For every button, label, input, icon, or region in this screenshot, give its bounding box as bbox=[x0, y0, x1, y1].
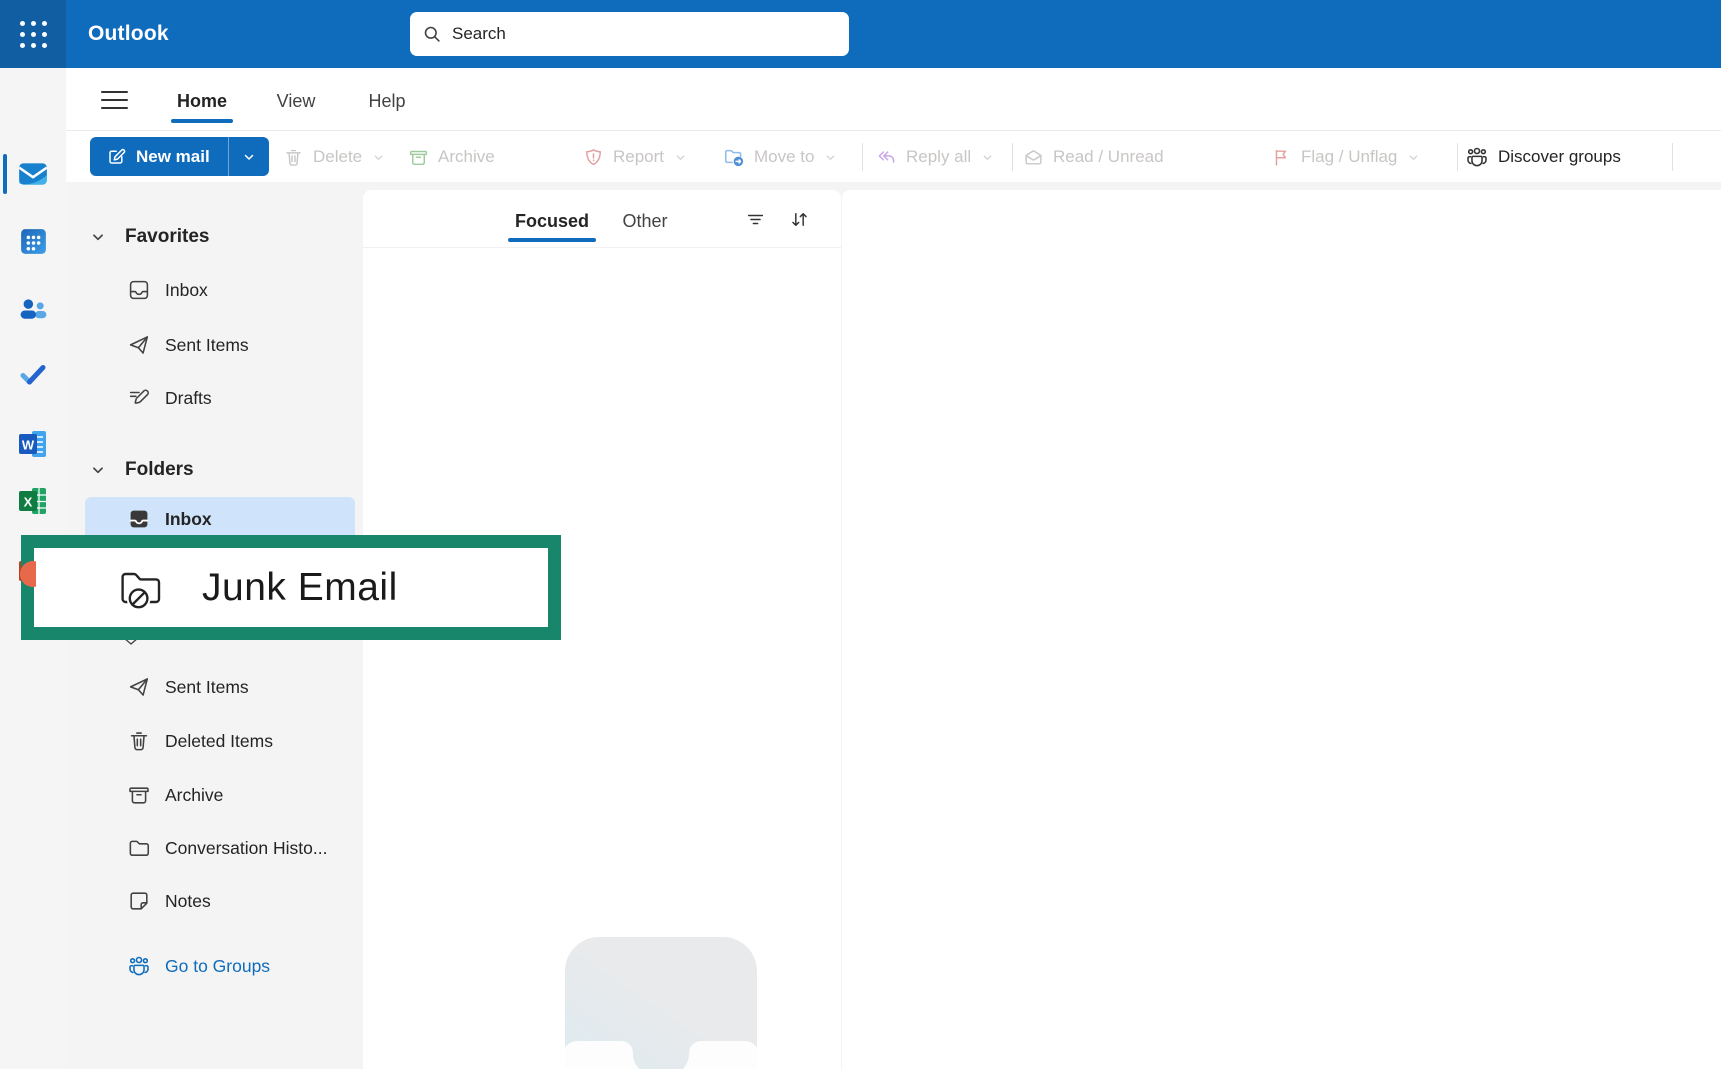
top-bar: Outlook bbox=[0, 0, 1721, 68]
filter-icon bbox=[745, 209, 766, 230]
ribbon: Home View Help New mail bbox=[66, 68, 1721, 182]
compose-icon bbox=[106, 147, 126, 167]
folders-item-conversation-history[interactable]: Conversation Histo... bbox=[66, 826, 363, 870]
flag-unflag-button[interactable]: Flag / Unflag bbox=[1271, 139, 1419, 175]
junk-email-label: Junk Email bbox=[202, 566, 398, 610]
chevron-down-icon bbox=[91, 230, 105, 244]
chevron-down-icon bbox=[675, 152, 686, 163]
tab-focused[interactable]: Focused bbox=[508, 198, 596, 244]
search-icon bbox=[422, 24, 442, 44]
excel-icon[interactable]: X bbox=[15, 483, 51, 519]
inbox-icon bbox=[127, 278, 151, 302]
reply-all-button[interactable]: Reply all bbox=[875, 139, 993, 175]
chevron-down-icon bbox=[825, 152, 836, 163]
groups-icon bbox=[127, 954, 151, 978]
read-unread-button[interactable]: Read / Unread bbox=[1023, 139, 1164, 175]
reading-pane bbox=[842, 190, 1721, 1069]
outlook-mail-icon[interactable] bbox=[15, 156, 51, 192]
chevron-down-icon bbox=[243, 151, 255, 163]
chevron-down-icon bbox=[373, 152, 384, 163]
send-icon bbox=[127, 333, 151, 357]
chevron-down-icon bbox=[982, 152, 993, 163]
filter-button[interactable] bbox=[739, 203, 771, 235]
sort-button[interactable] bbox=[783, 203, 815, 235]
folders-item-deleted-items[interactable]: Deleted Items bbox=[66, 719, 363, 763]
note-icon bbox=[127, 889, 151, 913]
app-launcher-button[interactable] bbox=[0, 0, 66, 68]
trash-icon bbox=[127, 729, 151, 753]
report-button[interactable]: Report bbox=[583, 139, 686, 175]
flag-icon bbox=[1271, 147, 1292, 168]
to-do-icon[interactable] bbox=[15, 356, 51, 392]
ribbon-tab-row: Home View Help bbox=[66, 68, 1721, 131]
junk-email-folder-row[interactable]: Junk Email bbox=[34, 548, 548, 627]
delete-button[interactable]: Delete bbox=[283, 139, 384, 175]
toolbar-separator bbox=[1457, 143, 1458, 171]
search-bar[interactable] bbox=[410, 12, 849, 56]
toolbar-separator bbox=[1672, 143, 1673, 171]
favorites-item-inbox[interactable]: Inbox bbox=[66, 268, 363, 312]
new-mail-button[interactable]: New mail bbox=[90, 137, 269, 176]
tab-other[interactable]: Other bbox=[616, 198, 674, 244]
toolbar-separator bbox=[1012, 143, 1013, 171]
word-icon[interactable]: W bbox=[15, 426, 51, 462]
folder-icon bbox=[127, 836, 151, 860]
selected-app-indicator bbox=[3, 154, 7, 194]
favorites-item-drafts[interactable]: Drafts bbox=[66, 376, 363, 420]
outlook-window: Outlook bbox=[0, 0, 1721, 1069]
tab-help[interactable]: Help bbox=[356, 77, 418, 125]
people-icon[interactable] bbox=[15, 292, 51, 328]
archive-icon bbox=[408, 147, 429, 168]
tab-home[interactable]: Home bbox=[165, 77, 239, 125]
hamburger-menu-button[interactable] bbox=[94, 84, 134, 116]
junk-email-annotation-box: Junk Email bbox=[21, 535, 561, 640]
move-folder-icon bbox=[723, 146, 745, 168]
folders-item-notes[interactable]: Notes bbox=[66, 879, 363, 923]
svg-text:X: X bbox=[23, 494, 32, 509]
message-list-tabs: Focused Other bbox=[363, 190, 841, 248]
svg-text:W: W bbox=[21, 437, 34, 452]
move-to-button[interactable]: Move to bbox=[723, 139, 836, 175]
calendar-icon[interactable] bbox=[15, 223, 51, 259]
ribbon-toolbar: New mail Delete Archive bbox=[66, 132, 1721, 182]
groups-icon bbox=[1465, 145, 1489, 169]
search-input[interactable] bbox=[452, 24, 837, 44]
new-mail-dropdown[interactable] bbox=[229, 137, 269, 176]
inbox-filled-icon bbox=[127, 507, 151, 531]
junk-folder-icon bbox=[116, 564, 166, 612]
chevron-down-icon bbox=[91, 463, 105, 477]
shield-alert-icon bbox=[583, 147, 604, 168]
envelope-icon bbox=[1023, 147, 1044, 168]
toolbar-separator bbox=[862, 143, 863, 171]
discover-groups-button[interactable]: Discover groups bbox=[1465, 139, 1621, 175]
folders-header[interactable]: Folders bbox=[66, 448, 363, 492]
archive-button[interactable]: Archive bbox=[408, 139, 495, 175]
drafts-pencil-icon bbox=[127, 386, 151, 410]
archive-icon bbox=[127, 783, 151, 807]
send-icon bbox=[127, 675, 151, 699]
empty-inbox-illustration bbox=[565, 937, 757, 1069]
hidden-app-icon bbox=[20, 561, 36, 587]
trash-icon bbox=[283, 147, 304, 168]
tab-view[interactable]: View bbox=[265, 77, 327, 125]
favorites-item-sent-items[interactable]: Sent Items bbox=[66, 323, 363, 367]
folders-item-archive[interactable]: Archive bbox=[66, 773, 363, 817]
favorites-header[interactable]: Favorites bbox=[66, 215, 363, 259]
chevron-down-icon bbox=[1408, 152, 1419, 163]
reply-all-icon bbox=[875, 146, 897, 168]
app-title: Outlook bbox=[88, 0, 169, 68]
sort-icon bbox=[789, 209, 810, 230]
go-to-groups-link[interactable]: Go to Groups bbox=[66, 944, 363, 988]
folders-item-sent-items[interactable]: Sent Items bbox=[66, 665, 363, 709]
waffle-icon bbox=[20, 21, 47, 48]
